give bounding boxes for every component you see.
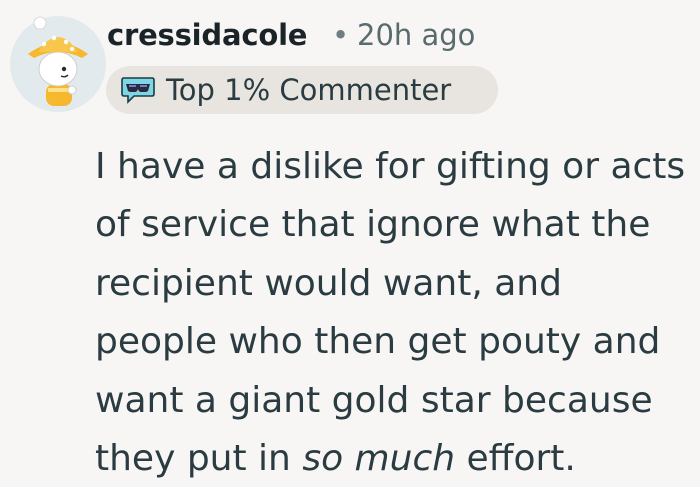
flair-label: Top 1% Commenter xyxy=(166,73,452,107)
comment-body: I have a dislike for gifting or acts of … xyxy=(95,138,695,487)
user-flair-badge: Top 1% Commenter xyxy=(106,66,498,114)
user-avatar[interactable] xyxy=(8,14,108,114)
avatar-image xyxy=(10,16,106,112)
comment-text: I have a dislike for gifting or acts of … xyxy=(95,146,686,480)
comment-emphasis: so much xyxy=(302,438,456,480)
comment-timestamp[interactable]: 20h ago xyxy=(357,18,475,52)
sunglasses-speech-bubble-icon xyxy=(121,77,155,104)
separator-dot: • xyxy=(332,18,350,52)
comment-author[interactable]: cressidacole xyxy=(107,18,307,52)
comment-text-end: effort. xyxy=(455,438,576,480)
